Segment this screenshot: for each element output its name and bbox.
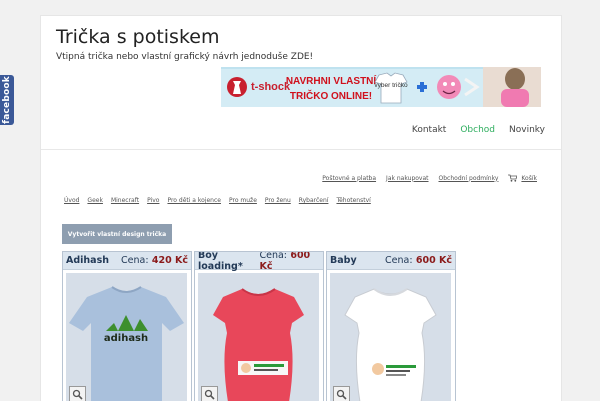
category-tehotenstvi[interactable]: Těhotenství [336, 197, 370, 204]
product-image[interactable] [198, 273, 319, 401]
create-design-button[interactable]: Vytvořit vlastní design trička [62, 224, 172, 244]
product-image[interactable]: adihash [66, 273, 187, 401]
category-rybareni[interactable]: Rybarčení [299, 197, 329, 204]
product-card[interactable]: Adihash Cena: 420 Kč adihash [62, 251, 192, 401]
main-nav: Kontakt Obchod Novinky [412, 125, 545, 135]
zoom-button[interactable] [333, 386, 350, 401]
tshirt-image: adihash [69, 286, 184, 401]
cart-icon [508, 174, 518, 182]
link-kosik[interactable]: Košík [521, 175, 537, 182]
product-card[interactable]: Boy loading* Cena: 600 Kč [194, 251, 324, 401]
cart-link[interactable]: Košík [508, 174, 537, 182]
nav-novinky[interactable]: Novinky [509, 125, 545, 135]
category-pro-zenu[interactable]: Pro ženu [265, 197, 291, 204]
link-jak-nakupovat[interactable]: Jak nakupovat [386, 175, 428, 182]
magnifier-icon [72, 389, 83, 400]
product-card[interactable]: Baby Cena: 600 Kč [326, 251, 456, 401]
magnifier-icon [204, 389, 215, 400]
product-name[interactable]: Boy loading* [198, 252, 259, 272]
banner-line2: TRIČKO ONLINE! [290, 89, 372, 102]
tshirt-image [344, 288, 437, 401]
product-price: 420 Kč [151, 255, 188, 266]
zoom-button[interactable] [69, 386, 86, 401]
category-pro-muze[interactable]: Pro muže [229, 197, 257, 204]
header-divider [41, 149, 561, 150]
price-label: Cena: [121, 255, 149, 266]
page-container: Trička s potiskem Vtipná trička nebo vla… [40, 15, 562, 401]
product-image[interactable] [330, 273, 451, 401]
product-header: Adihash Cena: 420 Kč [63, 252, 191, 270]
facebook-label: facebook [2, 76, 13, 124]
promo-banner[interactable]: t-shock NAVRHNI VLASTNÍ TRIČKO ONLINE! v… [221, 67, 541, 107]
link-postovne[interactable]: Poštovné a platba [322, 175, 376, 182]
category-uvod[interactable]: Úvod [64, 197, 79, 204]
product-price: 600 Kč [415, 255, 452, 266]
category-geek[interactable]: Geek [87, 197, 103, 204]
price-label: Cena: [385, 255, 413, 266]
banner-shirt-label: vyber tričko [374, 82, 408, 89]
product-name[interactable]: Adihash [66, 255, 109, 266]
nav-kontakt[interactable]: Kontakt [412, 125, 446, 135]
category-pro-deti[interactable]: Pro děti a kojence [167, 197, 221, 204]
tshirt-image [213, 288, 304, 401]
magnifier-icon [336, 389, 347, 400]
category-nav: Úvod Geek Minecraft Pivo Pro děti a koje… [64, 197, 371, 204]
zoom-button[interactable] [201, 386, 218, 401]
nav-obchod[interactable]: Obchod [460, 125, 495, 135]
product-header: Boy loading* Cena: 600 Kč [195, 251, 323, 272]
category-pivo[interactable]: Pivo [147, 197, 159, 204]
adihash-print: adihash [104, 333, 148, 344]
site-description: Vtipná trička nebo vlastní grafický návr… [56, 52, 314, 62]
category-minecraft[interactable]: Minecraft [111, 197, 139, 204]
price-label: Cena: [259, 251, 288, 261]
product-header: Baby Cena: 600 Kč [327, 252, 455, 270]
product-name[interactable]: Baby [330, 255, 357, 266]
shop-links: Poštovné a platba Jak nakupovat Obchodní… [322, 174, 537, 182]
link-obchodni-podminky[interactable]: Obchodní podmínky [439, 175, 499, 182]
facebook-tab[interactable]: facebook [0, 75, 14, 125]
banner-line1: NAVRHNI VLASTNÍ [286, 74, 377, 87]
site-title[interactable]: Trička s potiskem [56, 26, 219, 48]
